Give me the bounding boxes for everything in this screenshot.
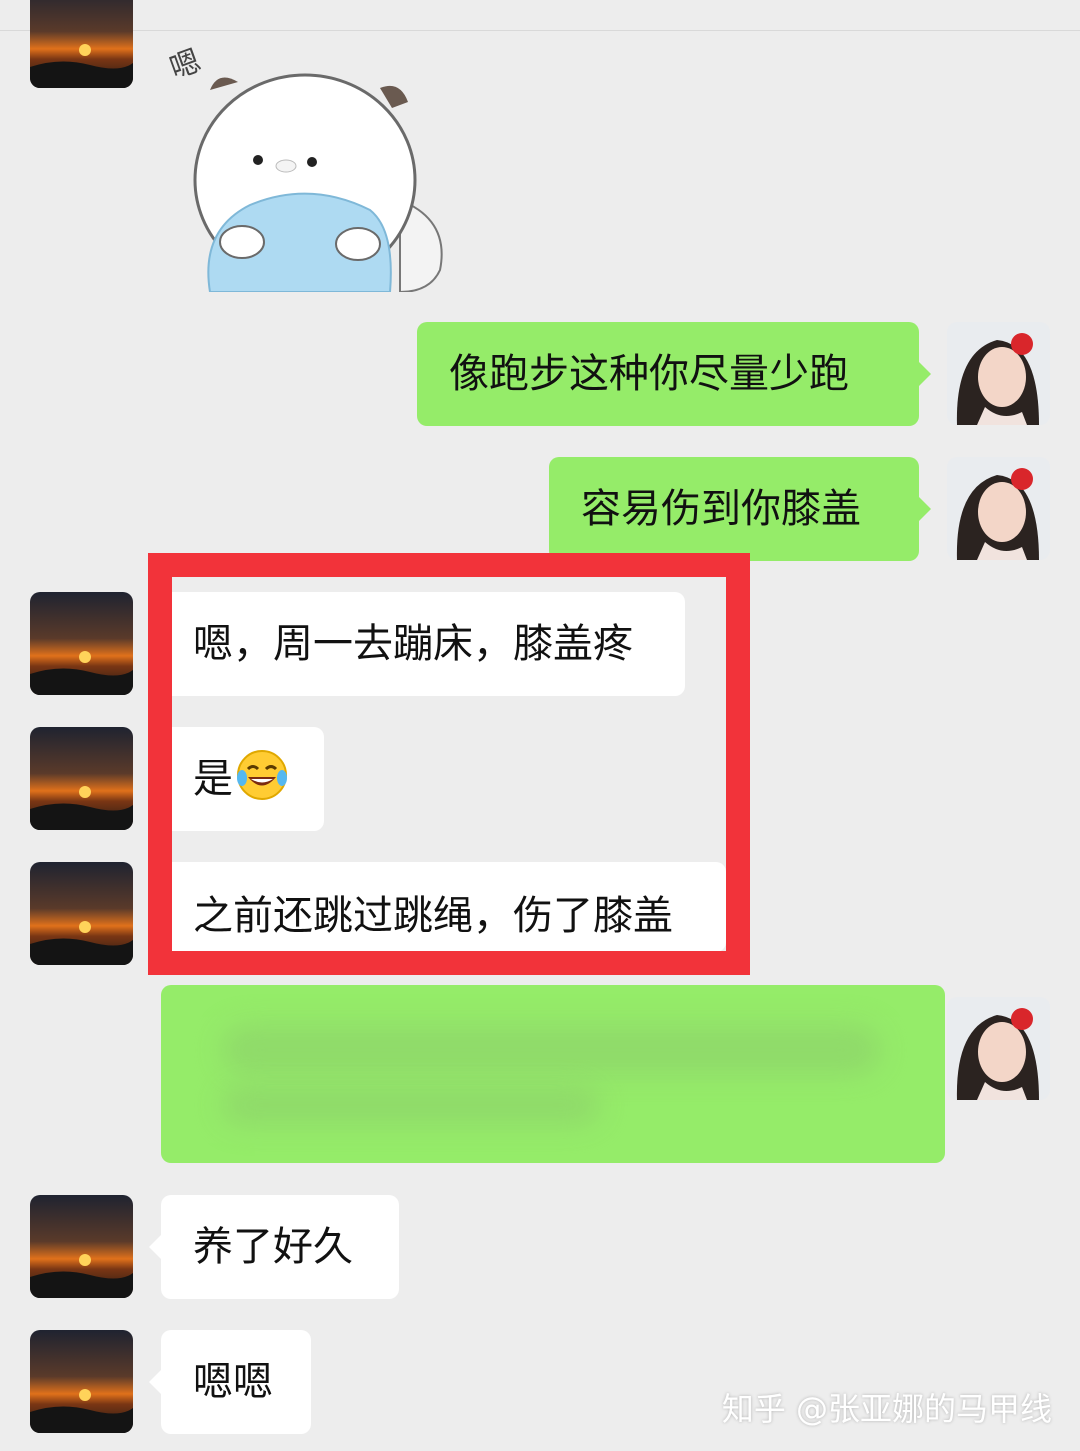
highlight-box — [148, 553, 750, 975]
contact-avatar[interactable] — [30, 0, 133, 88]
contact-avatar[interactable] — [30, 727, 133, 830]
contact-avatar[interactable] — [30, 592, 133, 695]
self-avatar[interactable] — [947, 457, 1050, 560]
message-text: 容易伤到你膝盖 — [581, 486, 861, 532]
contact-avatar[interactable] — [30, 1330, 133, 1433]
self-avatar[interactable] — [947, 997, 1050, 1100]
sticker-caption: 嗯 — [165, 44, 205, 87]
contact-avatar[interactable] — [30, 862, 133, 965]
message-text: 像跑步这种你尽量少跑 — [449, 351, 849, 397]
message-bubble-self[interactable]: 容易伤到你膝盖 — [549, 457, 931, 561]
message-text: 嗯嗯 — [193, 1359, 273, 1405]
message-bubble-contact[interactable]: 养了好久 — [149, 1195, 399, 1299]
self-avatar[interactable] — [947, 322, 1050, 425]
blurred-message-bubble[interactable] — [161, 985, 945, 1163]
watermark: 知乎 @张亚娜的马甲线 — [721, 1390, 1052, 1428]
message-bubble-contact[interactable]: 嗯嗯 — [149, 1330, 311, 1434]
cat-sticker[interactable]: 嗯 — [160, 30, 460, 294]
message-text: 养了好久 — [193, 1224, 353, 1270]
message-bubble-self[interactable]: 像跑步这种你尽量少跑 — [417, 322, 931, 426]
contact-avatar[interactable] — [30, 1195, 133, 1298]
